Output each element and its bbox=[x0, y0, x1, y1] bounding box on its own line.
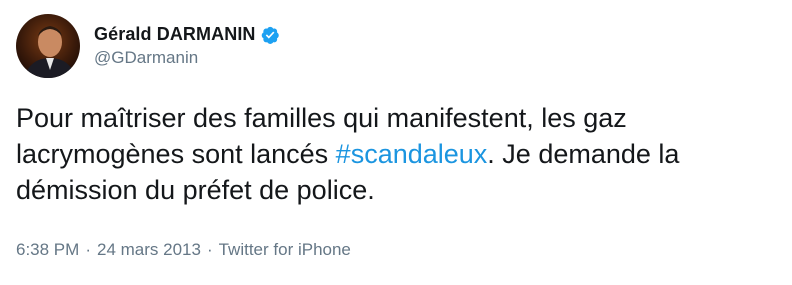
tweet-card: Gérald DARMANIN @GDarmanin Pour maîtrise… bbox=[0, 0, 792, 285]
avatar-image bbox=[16, 14, 80, 78]
tweet-text: Pour maîtriser des familles qui manifest… bbox=[16, 100, 776, 208]
author-handle[interactable]: @GDarmanin bbox=[94, 48, 280, 68]
meta-separator: · bbox=[85, 240, 91, 259]
display-name[interactable]: Gérald DARMANIN bbox=[94, 24, 256, 45]
verified-badge-icon bbox=[260, 25, 280, 45]
tweet-time[interactable]: 6:38 PM bbox=[16, 240, 79, 260]
tweet-header: Gérald DARMANIN @GDarmanin bbox=[16, 14, 280, 78]
meta-separator: · bbox=[206, 240, 213, 259]
author-info: Gérald DARMANIN @GDarmanin bbox=[94, 24, 280, 68]
tweet-date[interactable]: 24 mars 2013 bbox=[97, 240, 201, 260]
tweet-metadata: 6:38 PM · 24 mars 2013 · Twitter for iPh… bbox=[16, 240, 351, 260]
display-name-row[interactable]: Gérald DARMANIN bbox=[94, 24, 280, 45]
hashtag-link[interactable]: #scandaleux bbox=[336, 139, 488, 169]
avatar[interactable] bbox=[16, 14, 80, 78]
tweet-source[interactable]: Twitter for iPhone bbox=[219, 240, 351, 260]
